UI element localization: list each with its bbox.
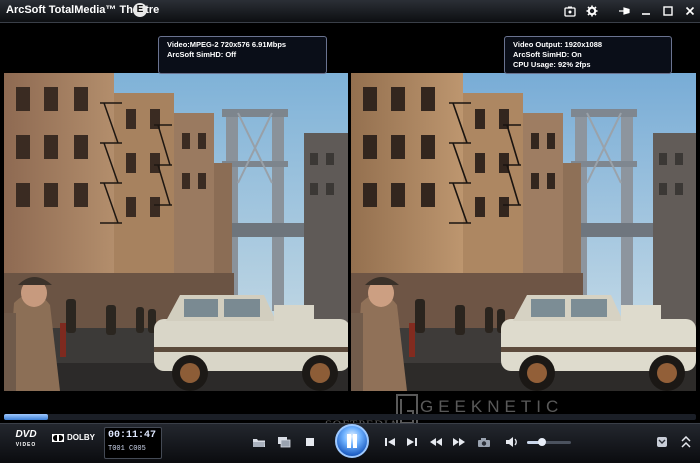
open-folder-icon[interactable] bbox=[251, 435, 267, 449]
dolby-label: DOLBY bbox=[67, 433, 95, 442]
seek-bar[interactable] bbox=[4, 414, 696, 420]
pause-button[interactable] bbox=[335, 424, 369, 458]
pause-icon bbox=[347, 434, 357, 448]
fast-forward-icon[interactable] bbox=[451, 435, 467, 449]
gear-icon[interactable] bbox=[582, 3, 602, 19]
video-frame-right bbox=[351, 73, 696, 391]
street-scene-left bbox=[4, 73, 348, 391]
close-icon[interactable] bbox=[680, 3, 700, 19]
settings-panel-icon[interactable] bbox=[654, 435, 670, 449]
maximize-icon[interactable] bbox=[658, 3, 678, 19]
info-video-format: Video:MPEG-2 720x576 6.91Mbps bbox=[167, 40, 287, 49]
stream-info-left: Video:MPEG-2 720x576 6.91Mbps ArcSoft Si… bbox=[158, 36, 327, 74]
volume-slider-handle[interactable] bbox=[538, 438, 547, 446]
playlist-icon[interactable] bbox=[276, 435, 292, 449]
volume-icon[interactable] bbox=[504, 435, 520, 449]
stream-info-right: Video Output: 1920x1088 ArcSoft SimHD: O… bbox=[504, 36, 672, 74]
app-logo-badge[interactable]: E bbox=[133, 3, 147, 17]
time-display: 00:11:47 T001 C005 bbox=[104, 427, 162, 459]
snapshot-camera-icon[interactable] bbox=[476, 435, 492, 449]
info-simhd-on: ArcSoft SimHD: On bbox=[513, 50, 582, 59]
control-bar: DVD VIDEO DOLBY 00:11:47 T001 C005 bbox=[0, 423, 700, 463]
stop-icon[interactable] bbox=[302, 435, 318, 449]
info-video-output: Video Output: 1920x1088 bbox=[513, 40, 603, 49]
dvd-video-logo: DVD VIDEO bbox=[8, 430, 44, 450]
expand-arrows-icon[interactable] bbox=[678, 435, 694, 449]
dolby-icon bbox=[52, 433, 64, 442]
title-chapter-readout: T001 C005 bbox=[108, 445, 146, 453]
player-window: ArcSoft TotalMedia™ Theatre E Video:MPEG… bbox=[0, 0, 700, 463]
volume-slider[interactable] bbox=[527, 438, 571, 446]
rewind-icon[interactable] bbox=[428, 435, 444, 449]
video-area[interactable]: Video:MPEG-2 720x576 6.91Mbps ArcSoft Si… bbox=[0, 23, 700, 425]
seek-bar-fill bbox=[4, 414, 49, 420]
dolby-badge: DOLBY bbox=[52, 433, 95, 442]
street-scene-right bbox=[351, 73, 696, 391]
video-frame-left bbox=[4, 73, 348, 391]
elapsed-time: 00:11:47 bbox=[108, 430, 157, 441]
dvd-label: DVD bbox=[15, 429, 37, 440]
media-library-icon[interactable] bbox=[560, 3, 580, 19]
next-chapter-icon[interactable] bbox=[404, 435, 420, 449]
title-bar[interactable]: ArcSoft TotalMedia™ Theatre E bbox=[0, 0, 700, 23]
info-simhd-off: ArcSoft SimHD: Off bbox=[167, 50, 237, 59]
minimize-icon[interactable] bbox=[636, 3, 656, 19]
previous-chapter-icon[interactable] bbox=[382, 435, 398, 449]
pin-icon[interactable] bbox=[614, 3, 634, 19]
dvd-sub-label: VIDEO bbox=[15, 442, 37, 448]
info-cpu-usage: CPU Usage: 92% 2fps bbox=[513, 60, 591, 69]
